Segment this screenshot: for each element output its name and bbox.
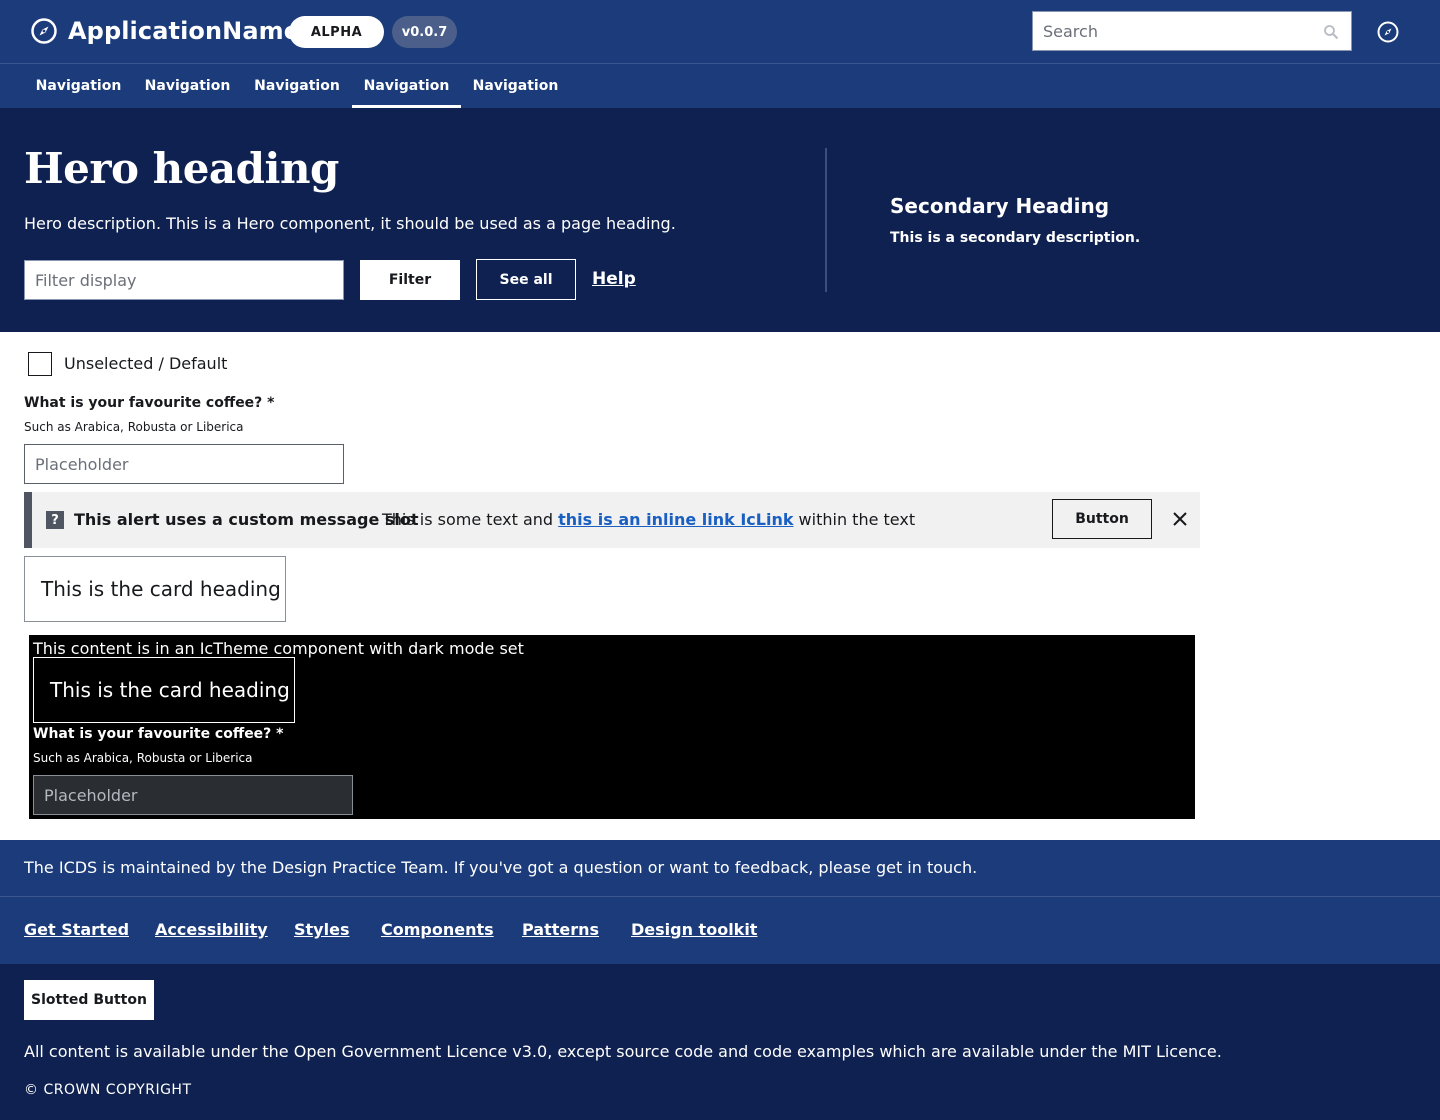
dark-coffee-input[interactable]	[34, 776, 352, 814]
nav-item-3[interactable]: Navigation	[242, 64, 352, 108]
footer-description: The ICDS is maintained by the Design Pra…	[24, 858, 978, 877]
footer-divider	[0, 896, 1440, 897]
compass-icon[interactable]	[1376, 20, 1400, 44]
nav-item-5[interactable]: Navigation	[461, 64, 570, 108]
copyright: © CROWN COPYRIGHT	[24, 1082, 192, 1098]
dark-card-heading: This is the card heading	[50, 678, 290, 702]
footer-link-components[interactable]: Components	[381, 920, 494, 939]
hero: Hero heading Hero description. This is a…	[0, 108, 1440, 332]
alert-text-after: within the text	[793, 510, 916, 529]
coffee-field-hint: Such as Arabica, Robusta or Liberica	[24, 420, 244, 434]
app-name: ApplicationName	[68, 17, 301, 45]
coffee-field-label: What is your favourite coffee? *	[24, 395, 275, 411]
help-link[interactable]: Help	[592, 269, 636, 289]
question-icon: ?	[46, 511, 64, 529]
nav-item-4-active[interactable]: Navigation	[352, 64, 461, 108]
secondary-description: This is a secondary description.	[890, 230, 1141, 246]
app-brand[interactable]: ApplicationName	[30, 17, 300, 45]
footer-bottom: Slotted Button All content is available …	[0, 964, 1440, 1120]
alert-title: This alert uses a custom message slot	[74, 510, 419, 529]
status-badge: ALPHA	[289, 16, 384, 48]
close-icon[interactable]	[1170, 509, 1190, 529]
navigation-bar: Navigation Navigation Navigation Navigat…	[0, 64, 1440, 108]
search-bar	[1032, 11, 1352, 51]
nav-item-1[interactable]: Navigation	[24, 64, 133, 108]
coffee-field	[24, 444, 344, 484]
card-heading: This is the card heading	[41, 577, 281, 601]
hero-heading: Hero heading	[24, 144, 339, 193]
licence-text: All content is available under the Open …	[24, 1042, 1222, 1061]
search-input[interactable]	[1033, 12, 1351, 50]
dark-coffee-field-hint: Such as Arabica, Robusta or Liberica	[33, 751, 253, 765]
dark-coffee-field	[33, 775, 353, 815]
checkbox-label: Unselected / Default	[64, 354, 228, 373]
inline-link[interactable]: this is an inline link IcLink	[558, 510, 793, 529]
footer-link-styles[interactable]: Styles	[294, 920, 349, 939]
see-all-button[interactable]: See all	[476, 259, 576, 300]
version-badge: v0.0.7	[392, 16, 457, 48]
secondary-heading: Secondary Heading	[890, 194, 1110, 218]
dark-coffee-field-label: What is your favourite coffee? *	[33, 726, 284, 742]
footer-link-patterns[interactable]: Patterns	[522, 920, 599, 939]
slotted-button[interactable]: Slotted Button	[24, 980, 154, 1020]
footer-link-design-toolkit[interactable]: Design toolkit	[631, 920, 757, 939]
coffee-input[interactable]	[25, 445, 343, 483]
footer-link-accessibility[interactable]: Accessibility	[155, 920, 268, 939]
card[interactable]: This is the card heading	[24, 556, 286, 622]
alert-text-before: This is some text and	[382, 510, 559, 529]
dark-theme-note: This content is in an IcTheme component …	[33, 639, 524, 658]
alert-action-button[interactable]: Button	[1052, 499, 1152, 539]
filter-button[interactable]: Filter	[360, 260, 460, 300]
hero-divider	[825, 148, 827, 292]
dark-card[interactable]: This is the card heading	[33, 657, 295, 723]
filter-input[interactable]	[25, 261, 343, 299]
dark-theme-container: This content is in an IcTheme component …	[29, 635, 1195, 819]
hero-description: Hero description. This is a Hero compone…	[24, 214, 676, 233]
alert-message: This is some text and this is an inline …	[382, 510, 915, 529]
filter-field	[24, 260, 344, 300]
alert-banner: ? This alert uses a custom message slot …	[24, 492, 1200, 548]
unselected-checkbox[interactable]	[28, 352, 52, 376]
nav-item-2[interactable]: Navigation	[133, 64, 242, 108]
compass-icon	[31, 18, 57, 44]
search-icon[interactable]	[1323, 24, 1339, 40]
footer: The ICDS is maintained by the Design Pra…	[0, 840, 1440, 964]
footer-link-get-started[interactable]: Get Started	[24, 920, 129, 939]
top-navigation: ApplicationName ALPHA v0.0.7	[0, 0, 1440, 64]
